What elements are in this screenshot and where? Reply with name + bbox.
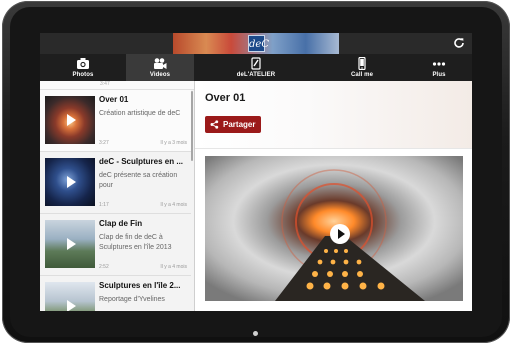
list-item-title: Clap de Fin — [99, 219, 143, 228]
tab-atelier-label: deL'ATELIER — [236, 72, 276, 78]
video-thumbnail — [45, 282, 95, 311]
document-icon — [251, 57, 261, 70]
list-item[interactable]: deC - Sculptures en ... deC présente sa … — [40, 152, 191, 214]
tab-call-me-label: Call me — [350, 72, 374, 78]
list-item-duration: 3:27 — [99, 140, 109, 146]
detail-header: Over 01 Partager — [195, 81, 472, 149]
cutoff-duration: 3:47 — [100, 81, 110, 87]
tab-photos-label: Photos — [72, 72, 94, 78]
list-item-duration: 2:52 — [99, 264, 109, 270]
tab-plus-label: Plus — [432, 72, 446, 78]
play-button[interactable] — [330, 224, 350, 244]
more-icon — [432, 62, 446, 66]
banner-image: deC — [173, 33, 339, 54]
video-thumbnail — [45, 96, 95, 144]
list-item[interactable]: Over 01 Création artistique de deC 3:27 … — [40, 90, 191, 152]
list-item-ago: Il y a 4 mois — [160, 202, 187, 208]
brand-logo: deC — [248, 35, 269, 52]
list-item-description: deC présente sa création pour — [99, 172, 178, 189]
tab-bar: Photos Videos deL'ATELIER Call me Plus — [40, 54, 472, 81]
list-item-ago: Il y a 3 mois — [160, 140, 187, 146]
play-icon — [67, 114, 76, 126]
list-item-ago: Il y a 4 mois — [160, 264, 187, 270]
list-item-title: Over 01 — [99, 95, 129, 104]
refresh-icon[interactable] — [452, 36, 466, 50]
app-screen: deC Photos Videos deL'ATELIER Call me Pl… — [40, 33, 472, 311]
list-item-cutoff: 3:47 — [40, 81, 194, 90]
list-item-description: Reportage d'Yvelines — [99, 296, 165, 303]
camera-icon — [77, 58, 89, 69]
tab-atelier[interactable]: deL'ATELIER — [194, 54, 318, 81]
share-icon — [210, 120, 219, 129]
play-icon — [67, 176, 76, 188]
video-player[interactable] — [205, 156, 463, 301]
tab-photos[interactable]: Photos — [40, 54, 126, 81]
home-button[interactable] — [253, 331, 258, 336]
video-thumbnail — [45, 158, 95, 206]
list-item[interactable]: Clap de Fin Clap de fin de deC à Sculptu… — [40, 214, 191, 276]
list-item-title: Sculptures en l'île 2... — [99, 281, 181, 290]
play-icon — [67, 238, 76, 250]
banner-bar: deC — [40, 33, 472, 54]
list-scrollbar[interactable] — [191, 91, 193, 161]
list-item-description: Création artistique de deC — [99, 110, 181, 117]
share-label: Partager — [223, 120, 256, 129]
video-detail: Over 01 Partager — [195, 81, 472, 311]
tab-videos-label: Videos — [149, 72, 171, 78]
tab-videos[interactable]: Videos — [126, 54, 194, 81]
video-camera-icon — [154, 58, 167, 69]
tab-call-me[interactable]: Call me — [318, 54, 406, 81]
list-item-duration: 1:17 — [99, 202, 109, 208]
play-icon — [67, 300, 76, 311]
list-item-description: Clap de fin de deC à Sculptures en l'île… — [99, 234, 172, 251]
list-item[interactable]: Sculptures en l'île 2... Reportage d'Yve… — [40, 276, 191, 311]
phone-icon — [358, 57, 366, 70]
video-list[interactable]: 3:47 Over 01 Création artistique de deC … — [40, 81, 195, 311]
detail-title: Over 01 — [205, 92, 246, 104]
list-item-title: deC - Sculptures en ... — [99, 157, 184, 166]
video-thumbnail — [45, 220, 95, 268]
tab-plus[interactable]: Plus — [406, 54, 472, 81]
share-button[interactable]: Partager — [205, 116, 262, 133]
